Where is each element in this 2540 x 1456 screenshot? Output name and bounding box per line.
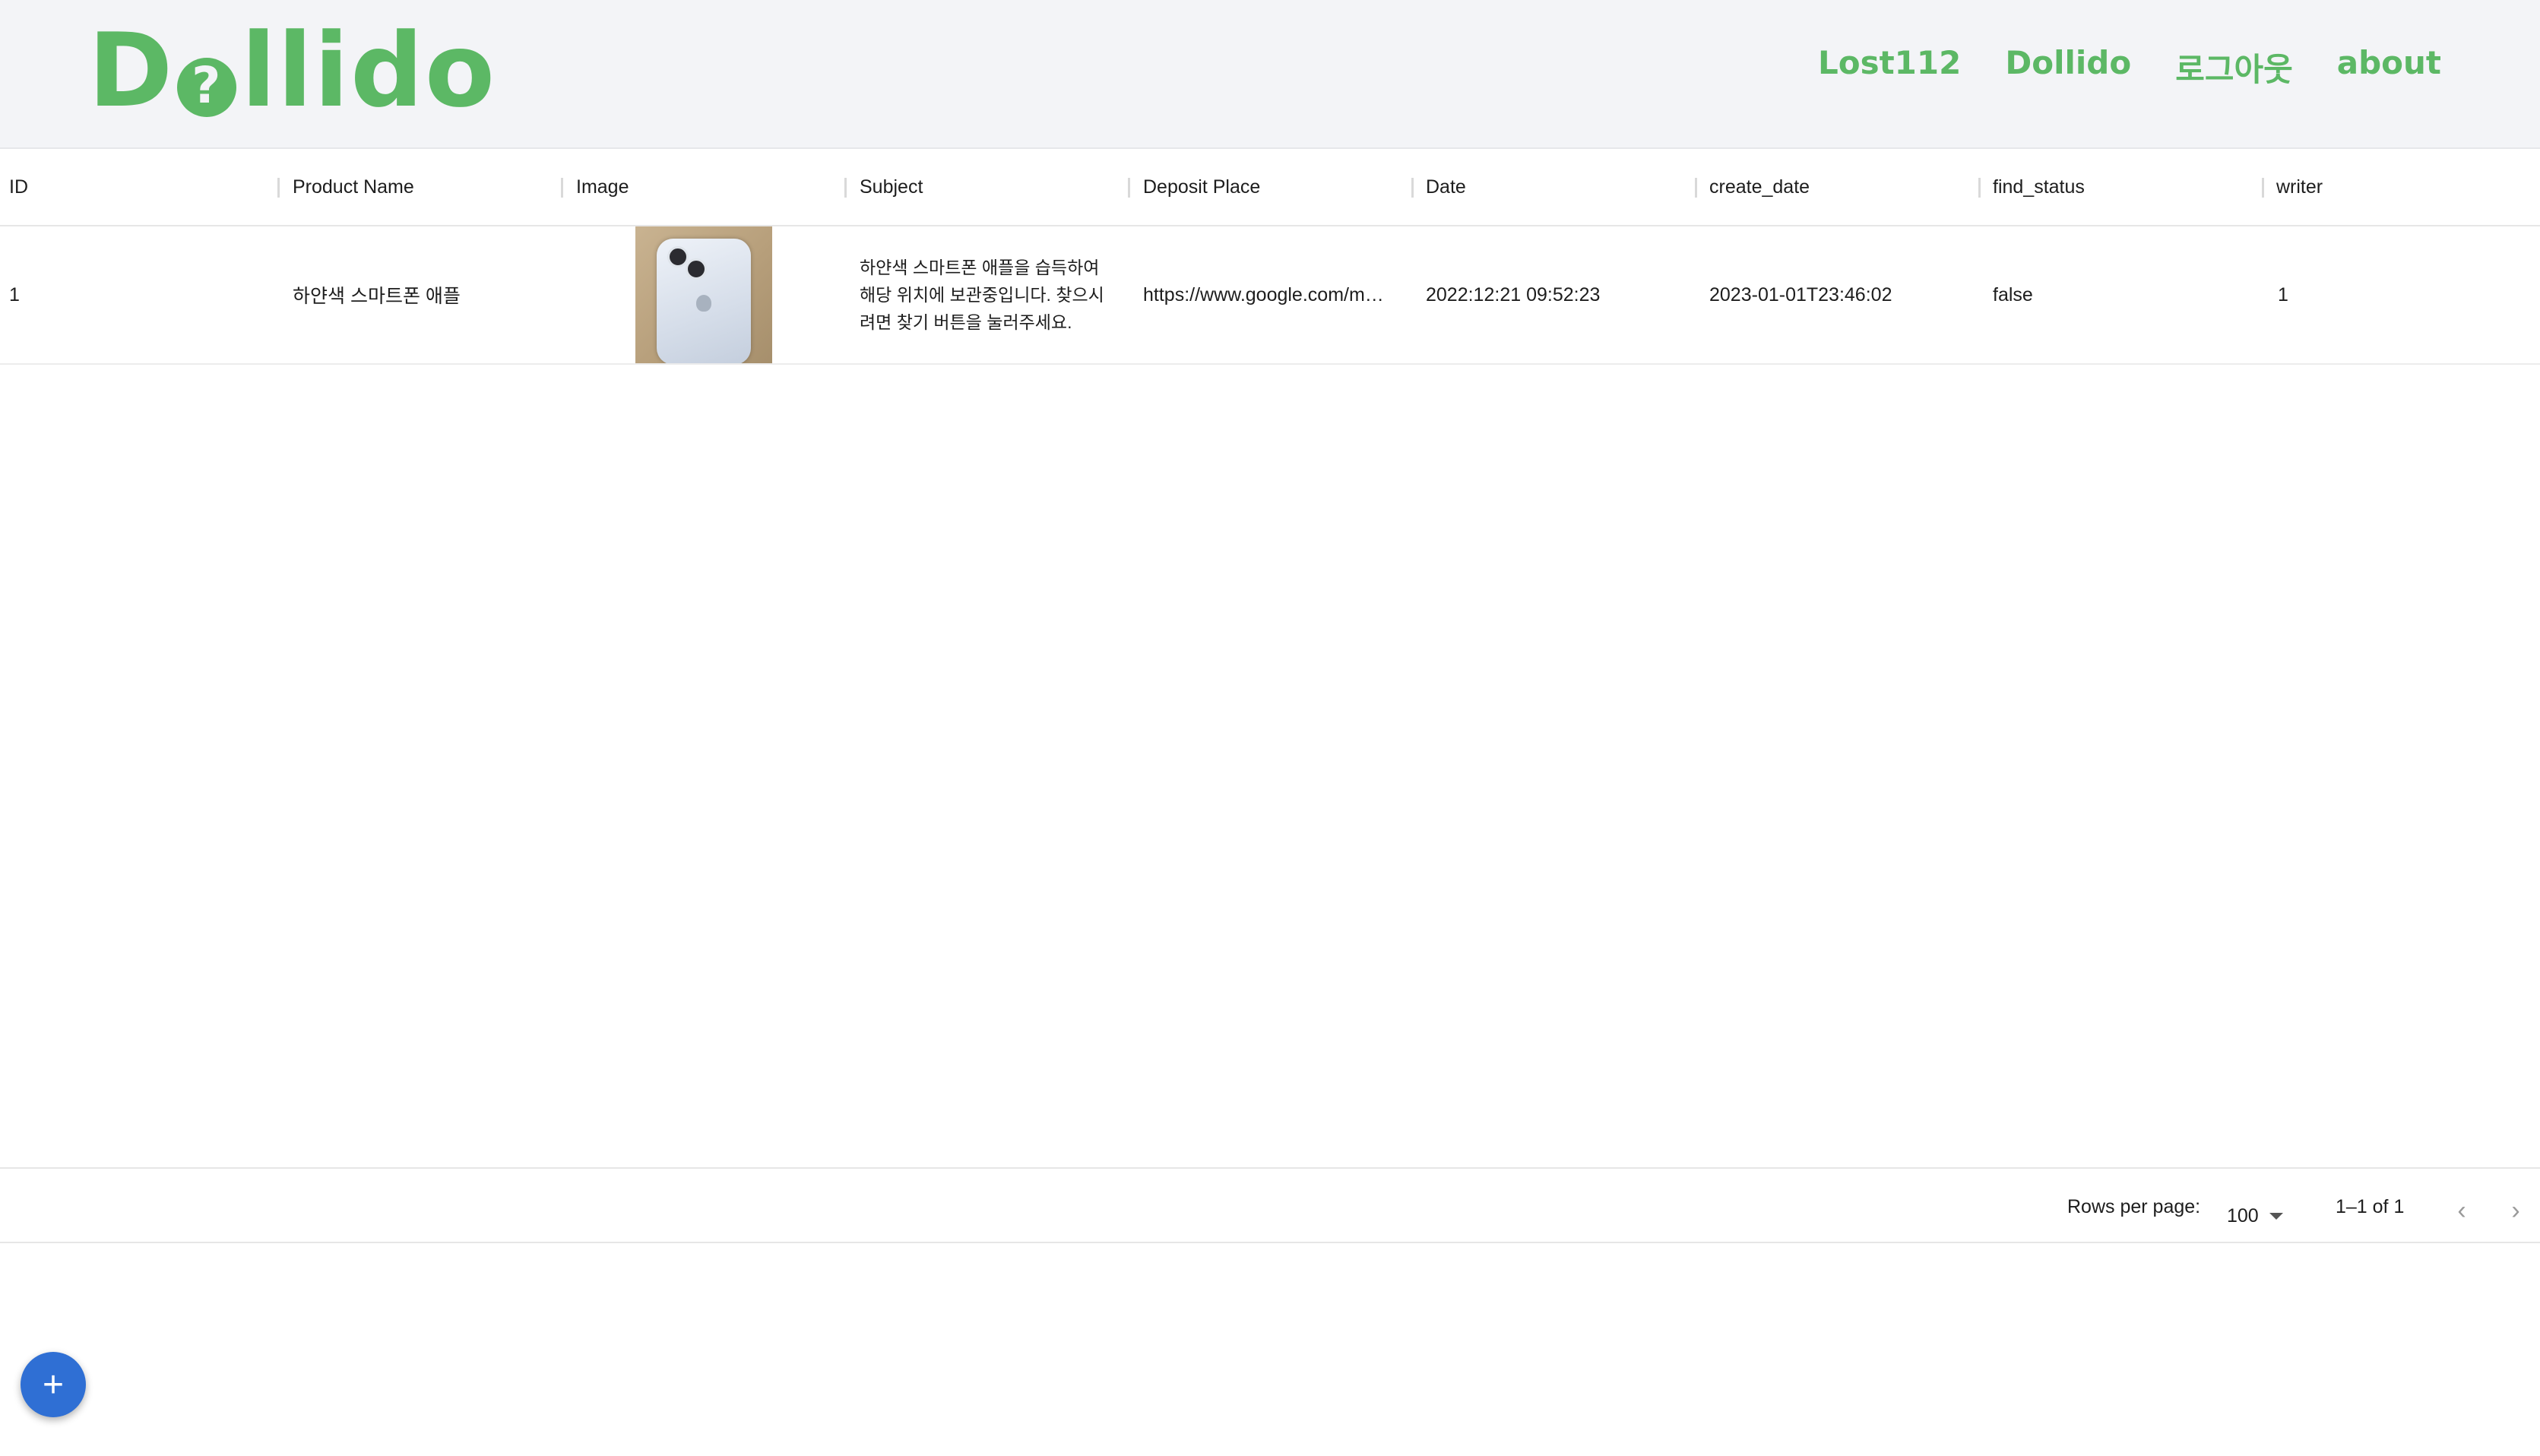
column-separator[interactable] xyxy=(1411,178,1414,198)
nav-link-logout[interactable]: 로그아웃 xyxy=(2175,44,2293,90)
column-separator[interactable] xyxy=(561,178,563,198)
cell-deposit-place: https://www.google.com/m… xyxy=(1143,226,1401,363)
apple-logo-icon xyxy=(696,295,711,312)
column-header-writer[interactable]: writer xyxy=(2276,149,2323,225)
pagination-range: 1–1 of 1 xyxy=(2336,1196,2405,1217)
camera-lens-icon xyxy=(686,258,707,280)
grid-header-row: ID Product Name Image Subject Deposit Pl… xyxy=(0,149,2540,226)
cell-id: 1 xyxy=(9,283,20,305)
logo-letter-d: D xyxy=(88,11,175,130)
column-separator[interactable] xyxy=(2262,178,2264,198)
cell-date: 2022:12:21 09:52:23 xyxy=(1426,283,1601,305)
deposit-place-link[interactable]: https://www.google.com/m… xyxy=(1143,284,1401,306)
caret-down-icon xyxy=(2269,1213,2283,1220)
app-header: D llido Lost112 Dollido 로그아웃 about xyxy=(0,0,2540,149)
cell-subject: 하얀색 스마트폰 애플을 습득하여 해당 위치에 보관중입니다. 찾으시려면 찾… xyxy=(860,258,1104,332)
grid-footer-pagination: Rows per page: 100 1–1 of 1 ‹ › xyxy=(0,1167,2540,1243)
cell-product-name: 하얀색 스마트폰 애플 xyxy=(293,286,461,307)
column-separator[interactable] xyxy=(1978,178,1981,198)
table-row[interactable]: 1 하얀색 스마트폰 애플 하얀색 스마트폰 애플을 습득하여 해당 위치에 보… xyxy=(0,226,2540,365)
add-button[interactable]: + xyxy=(21,1352,86,1417)
column-separator[interactable] xyxy=(844,178,847,198)
rows-per-page-value: 100 xyxy=(2227,1205,2259,1227)
rows-per-page-select[interactable]: 100 xyxy=(2227,1205,2283,1227)
cell-create-date: 2023-01-01T23:46:02 xyxy=(1709,283,1892,305)
column-header-image[interactable]: Image xyxy=(576,149,629,225)
cell-writer: 1 xyxy=(2278,283,2288,305)
camera-lens-icon xyxy=(667,246,689,267)
column-header-deposit-place[interactable]: Deposit Place xyxy=(1143,149,1260,225)
chevron-left-icon[interactable]: ‹ xyxy=(2449,1198,2475,1225)
data-grid: ID Product Name Image Subject Deposit Pl… xyxy=(0,149,2540,1243)
top-nav: Lost112 Dollido 로그아웃 about xyxy=(1818,44,2441,90)
column-header-id[interactable]: ID xyxy=(9,149,28,225)
rows-per-page-label: Rows per page: xyxy=(2067,1196,2201,1217)
column-header-subject[interactable]: Subject xyxy=(860,149,923,225)
phone-photo xyxy=(657,239,751,363)
column-separator[interactable] xyxy=(1695,178,1697,198)
column-header-create-date[interactable]: create_date xyxy=(1709,149,1810,225)
dollido-logo[interactable]: D llido xyxy=(88,11,497,130)
nav-link-about[interactable]: about xyxy=(2337,44,2441,90)
cell-find-status: false xyxy=(1993,283,2033,305)
column-separator[interactable] xyxy=(277,178,280,198)
page: D llido Lost112 Dollido 로그아웃 about ID Pr… xyxy=(0,0,2540,1456)
nav-link-dollido[interactable]: Dollido xyxy=(2005,44,2131,90)
column-header-product-name[interactable]: Product Name xyxy=(293,149,414,225)
logo-text: llido xyxy=(241,11,497,130)
chevron-right-icon[interactable]: › xyxy=(2503,1198,2529,1225)
product-thumbnail-image[interactable] xyxy=(635,226,772,363)
column-header-find-status[interactable]: find_status xyxy=(1993,149,2085,225)
column-header-date[interactable]: Date xyxy=(1426,149,1466,225)
question-bubble-icon xyxy=(177,58,237,117)
nav-link-lost112[interactable]: Lost112 xyxy=(1818,44,1961,90)
column-separator[interactable] xyxy=(1128,178,1130,198)
plus-icon: + xyxy=(42,1364,65,1405)
